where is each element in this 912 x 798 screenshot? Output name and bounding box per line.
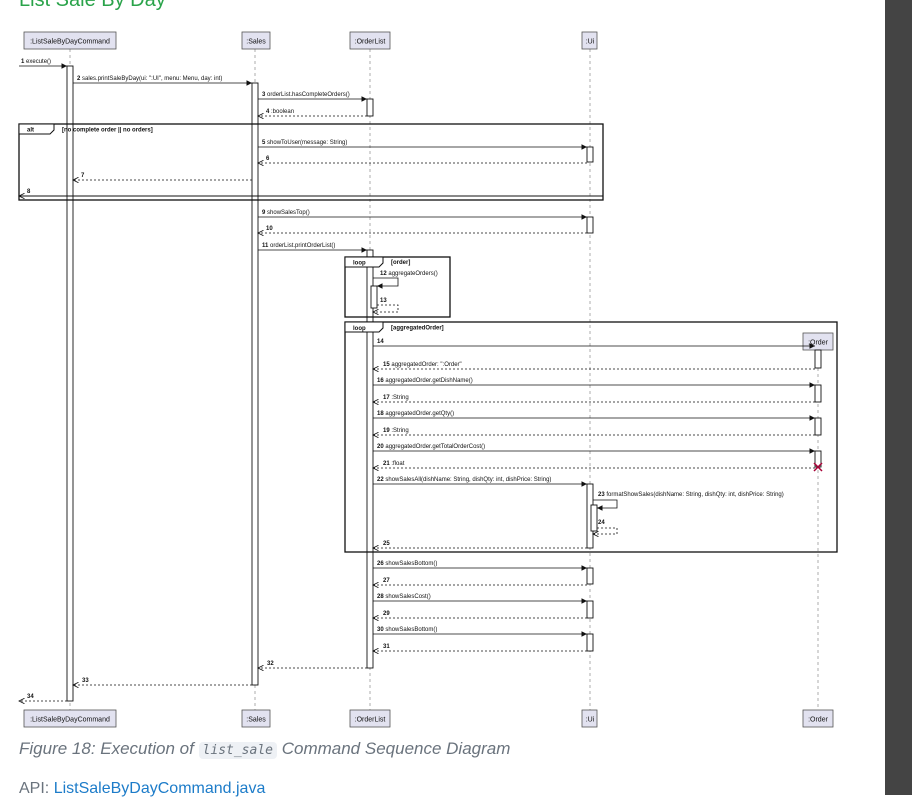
- sequence-diagram: :ListSaleByDayCommand :Sales :OrderList …: [0, 31, 838, 728]
- activation-orderlist-aggregate: [370, 285, 378, 309]
- message-22: 22 showSalesAll(dishName: String, dishQt…: [377, 477, 551, 483]
- figure-caption: Figure 18: Execution of list_sale Comman…: [19, 739, 510, 759]
- arrow-12: [373, 277, 399, 289]
- activation-sales: [251, 82, 259, 686]
- api-line: API: ListSaleByDayCommand.java: [19, 780, 265, 798]
- api-label: API:: [19, 780, 54, 797]
- message-31: 31: [383, 644, 390, 650]
- message-2: 2 sales.printSaleByDay(ui: ":UI", menu: …: [77, 76, 222, 82]
- activation-orderlist-check: [366, 98, 374, 117]
- fragment-alt: [18, 123, 604, 201]
- message-17: 17 :String: [383, 395, 409, 401]
- svg-text::ListSaleByDayCommand: :ListSaleByDayCommand: [30, 717, 110, 724]
- participant-ui-bottom: :Ui: [581, 709, 598, 728]
- activation-ui-bottom: [586, 567, 594, 585]
- caption-prefix: Figure 18: Execution of: [19, 739, 199, 758]
- participant-sales-bottom: :Sales: [241, 709, 271, 728]
- activation-order-1: [814, 349, 822, 369]
- caption-code: list_sale: [198, 742, 277, 759]
- message-8: 8: [27, 189, 31, 195]
- activation-orderlist-print: [366, 249, 374, 669]
- activation-ui-format: [590, 504, 598, 532]
- message-24: 24: [598, 520, 605, 526]
- activation-ui-bottom-2: [586, 633, 594, 652]
- message-28: 28 showSalesCost(): [377, 594, 431, 600]
- activation-command: [66, 65, 74, 702]
- message-30: 30 showSalesBottom(): [377, 627, 437, 633]
- activation-order-3: [814, 417, 822, 436]
- message-20: 20 aggregatedOrder.getTotalOrderCost(): [377, 444, 485, 450]
- svg-text::ListSaleByDayCommand: :ListSaleByDayCommand: [30, 39, 110, 46]
- fragment-alt-label: alt: [27, 128, 34, 134]
- svg-text::Ui: :Ui: [586, 717, 595, 724]
- message-13: 13: [380, 298, 387, 304]
- svg-text::Order: :Order: [808, 717, 829, 724]
- message-5: 5 showToUser(message: String): [262, 140, 347, 146]
- participant-order-bottom: :Order: [802, 709, 834, 728]
- message-3: 3 orderList.hasCompleteOrders(): [262, 92, 350, 98]
- caption-suffix: Command Sequence Diagram: [277, 739, 511, 758]
- api-link[interactable]: ListSaleByDayCommand.java: [54, 780, 266, 797]
- message-34: 34: [27, 694, 34, 700]
- fragment-loop2-guard: [aggregatedOrder]: [391, 326, 444, 332]
- message-33: 33: [82, 678, 89, 684]
- svg-text::Ui: :Ui: [586, 39, 595, 46]
- participant-order-created: :Order: [802, 332, 834, 351]
- activation-ui-show: [586, 146, 594, 163]
- message-26: 26 showSalesBottom(): [377, 561, 437, 567]
- svg-text::Order: :Order: [808, 340, 829, 347]
- fragment-loop1-label: loop: [353, 261, 366, 267]
- message-29: 29: [383, 611, 390, 617]
- message-23: 23 formatShowSales(dishName: String, dis…: [598, 492, 784, 498]
- message-9: 9 showSalesTop(): [262, 210, 310, 216]
- message-15: 15 aggregatedOrder: ":Order": [383, 362, 462, 368]
- right-sidebar: [885, 0, 912, 795]
- svg-text::Sales: :Sales: [246, 717, 266, 724]
- participant-list-sale-by-day-command-bottom: :ListSaleByDayCommand: [23, 709, 117, 728]
- message-11: 11 orderList.printOrderList(): [262, 243, 335, 249]
- message-4: 4 :boolean: [266, 109, 294, 115]
- activation-ui-cost: [586, 600, 594, 619]
- message-6: 6: [266, 156, 270, 162]
- message-32: 32: [267, 661, 274, 667]
- activation-ui-top: [586, 216, 594, 234]
- participant-order-list: :OrderList: [349, 31, 391, 50]
- message-27: 27: [383, 578, 390, 584]
- message-1: 1 execute(): [21, 59, 51, 65]
- fragment-alt-guard: [no complete order || no orders]: [62, 128, 153, 134]
- svg-text::OrderList: :OrderList: [355, 717, 386, 724]
- fragment-loop1-guard: [order]: [391, 260, 410, 266]
- svg-text::OrderList: :OrderList: [355, 39, 386, 46]
- participant-ui: :Ui: [581, 31, 598, 50]
- message-10: 10: [266, 226, 273, 232]
- message-16: 16 aggregatedOrder.getDishName(): [377, 378, 473, 384]
- message-18: 18 aggregatedOrder.getQty(): [377, 411, 454, 417]
- message-25: 25: [383, 541, 390, 547]
- message-21: 21 :float: [383, 461, 405, 467]
- message-7: 7: [81, 173, 85, 179]
- participant-list-sale-by-day-command: :ListSaleByDayCommand: [23, 31, 117, 50]
- participant-order-list-bottom: :OrderList: [349, 709, 391, 728]
- activation-order-2: [814, 384, 822, 403]
- message-14: 14: [377, 339, 384, 345]
- message-12: 12 aggregateOrders(): [380, 271, 438, 277]
- message-19: 19 :String: [383, 428, 409, 434]
- svg-text::Sales: :Sales: [246, 39, 266, 46]
- participant-sales: :Sales: [241, 31, 271, 50]
- fragment-loop2-label: loop: [353, 326, 366, 332]
